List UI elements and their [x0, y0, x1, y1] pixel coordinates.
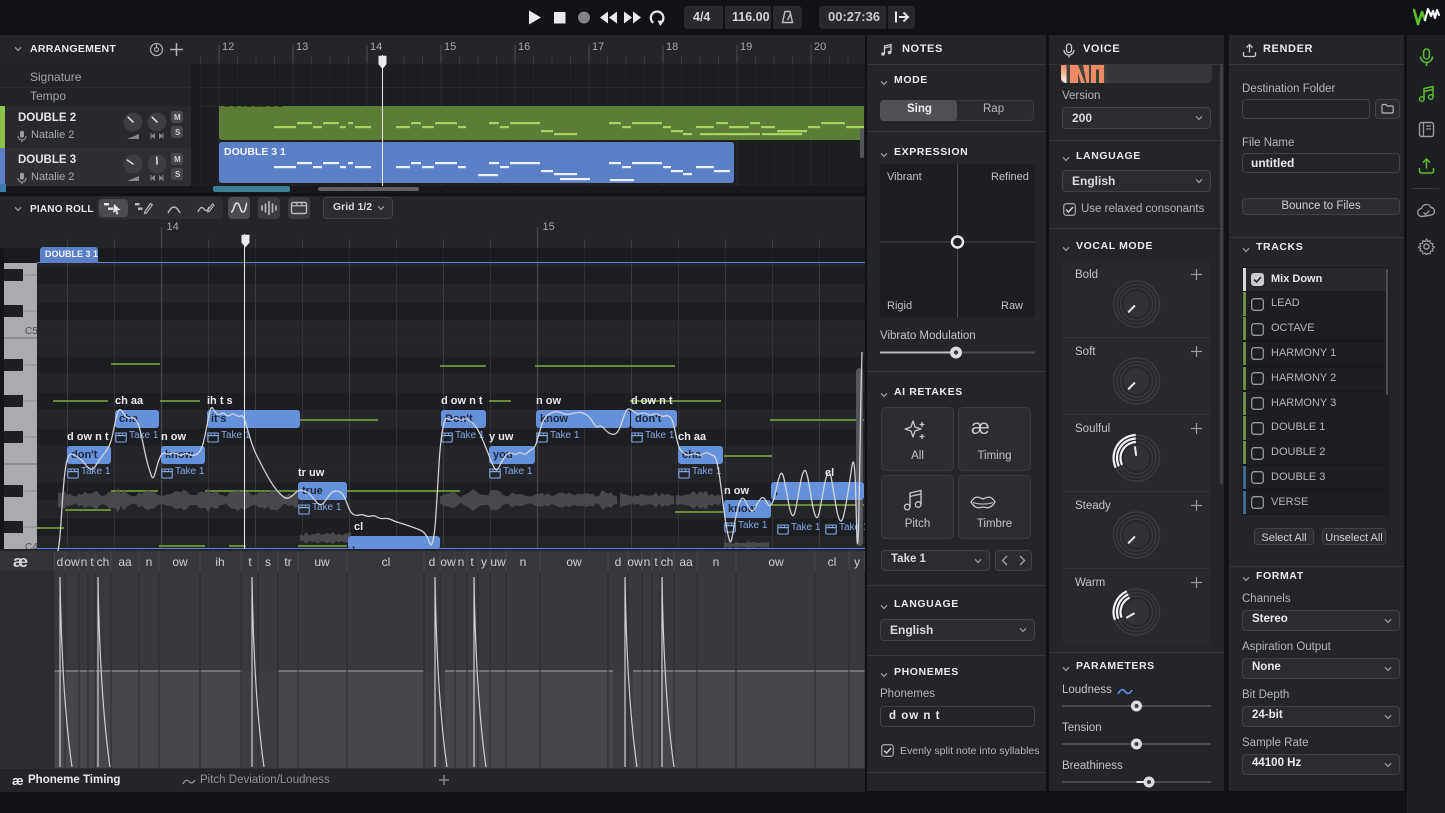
svg-text:uw: uw [490, 555, 506, 569]
svg-text:y: y [481, 555, 487, 569]
svg-text:y: y [854, 555, 860, 569]
svg-text:ow: ow [627, 555, 643, 569]
svg-text:n: n [520, 555, 527, 569]
svg-text:ch: ch [97, 555, 110, 569]
svg-text:ih: ih [215, 555, 224, 569]
svg-text:ch: ch [661, 555, 674, 569]
svg-text:t: t [248, 555, 252, 569]
svg-text:t: t [470, 555, 474, 569]
svg-text:d: d [615, 555, 622, 569]
svg-text:n: n [458, 555, 465, 569]
svg-text:ow: ow [64, 555, 80, 569]
svg-text:ow: ow [566, 555, 582, 569]
svg-text:t: t [90, 555, 94, 569]
svg-text:s: s [265, 555, 271, 569]
svg-text:n: n [713, 555, 720, 569]
svg-text:cl: cl [828, 555, 837, 569]
svg-text:d: d [429, 555, 436, 569]
svg-text:aa: aa [679, 555, 693, 569]
svg-text:C4: C4 [25, 542, 37, 549]
svg-text:ow: ow [440, 555, 456, 569]
svg-text:t: t [654, 555, 658, 569]
svg-text:ow: ow [172, 555, 188, 569]
svg-text:aa: aa [118, 555, 132, 569]
svg-text:tr: tr [284, 555, 291, 569]
svg-text:uw: uw [314, 555, 330, 569]
svg-text:d: d [57, 555, 64, 569]
svg-text:ow: ow [768, 555, 784, 569]
svg-text:n: n [81, 555, 88, 569]
svg-text:n: n [146, 555, 153, 569]
svg-text:cl: cl [382, 555, 391, 569]
svg-text:n: n [644, 555, 651, 569]
svg-text:C5: C5 [25, 326, 37, 337]
